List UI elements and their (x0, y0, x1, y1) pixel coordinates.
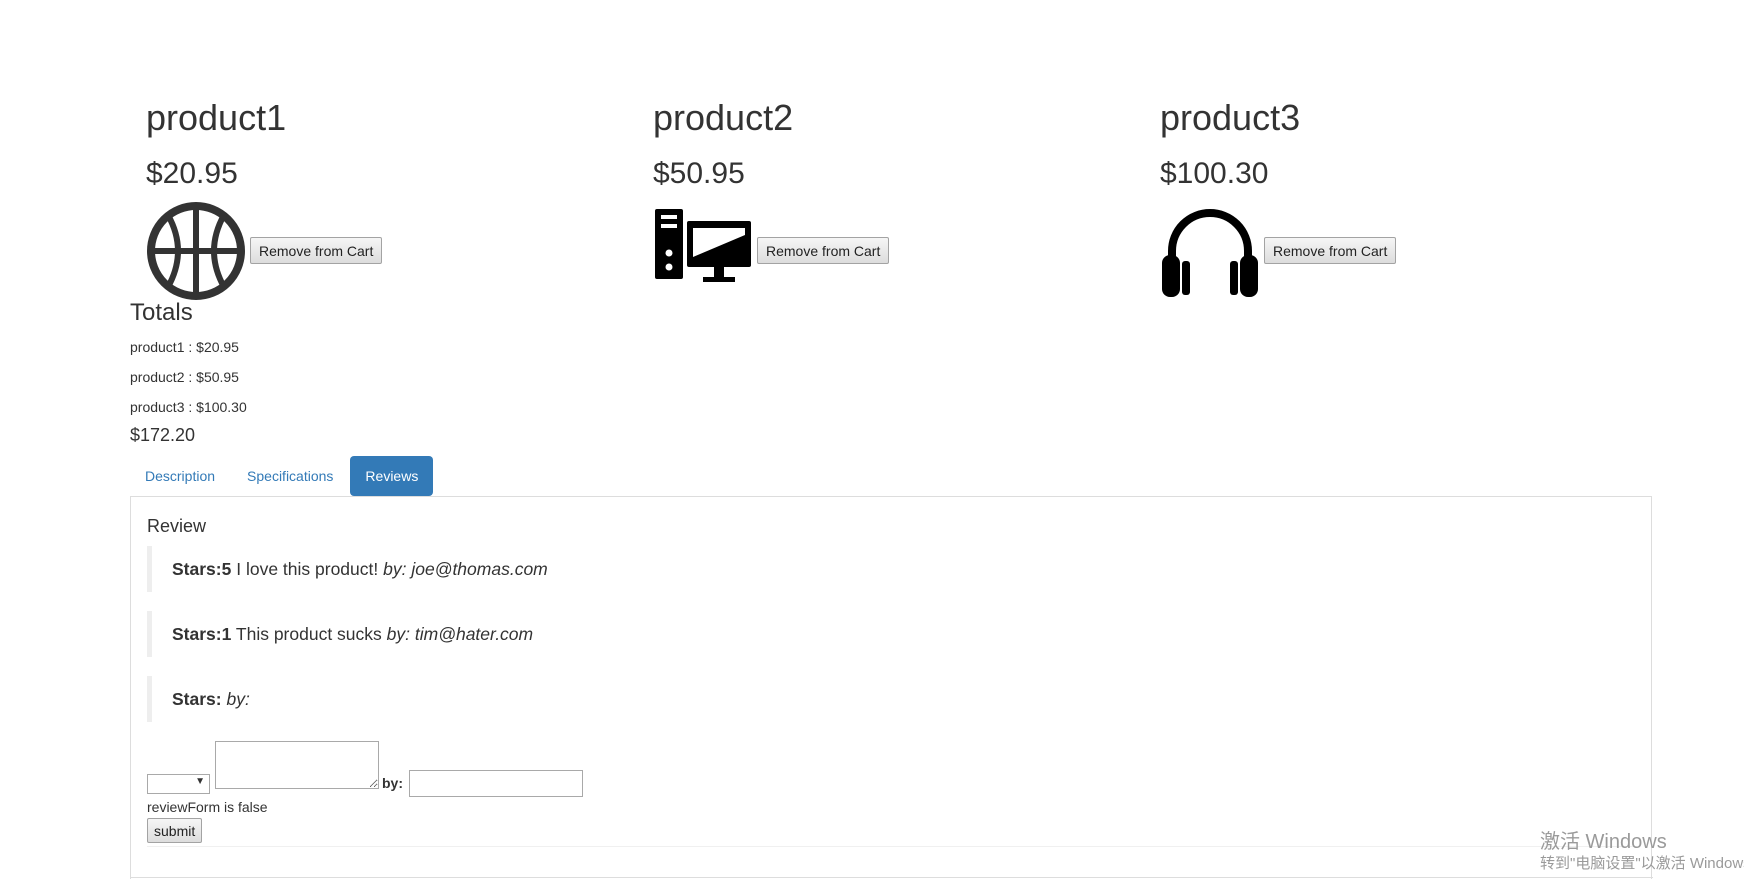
review-stars: Stars: (172, 689, 222, 709)
tab-description[interactable]: Description (130, 456, 230, 496)
totals-sum: $172.20 (130, 425, 196, 445)
totals-line-item: product1 : $20.95 (130, 339, 239, 355)
review-author: by: joe@thomas.com (383, 559, 548, 579)
basketball-icon (147, 202, 245, 300)
form-status-text: reviewForm is false (147, 799, 268, 815)
product-name: product3 (1160, 97, 1301, 138)
stars-select[interactable]: ▼ (147, 774, 210, 794)
dropdown-arrow-icon: ▼ (195, 776, 205, 787)
totals-line-item: product3 : $100.30 (130, 399, 247, 415)
reviews-title: Review (147, 516, 207, 536)
form-divider (147, 846, 1637, 847)
desktop-computer-icon (655, 209, 751, 282)
product-tabs: Description Specifications Reviews (130, 456, 435, 496)
submit-review-button[interactable]: submit (147, 818, 203, 843)
remove-from-cart-button[interactable]: Remove from Cart (250, 237, 383, 264)
product-name: product2 (653, 97, 794, 138)
watermark-subtitle: 转到"电脑设置"以激活 Windows。 (1540, 855, 1744, 872)
review-preview: Stars: by: (147, 676, 250, 722)
review-stars: Stars:1 (172, 624, 232, 644)
remove-from-cart-button[interactable]: Remove from Cart (757, 237, 890, 264)
review-author: by: tim@hater.com (386, 624, 534, 644)
panel-divider (131, 877, 1653, 878)
product-price: $20.95 (146, 157, 238, 190)
product-name: product1 (146, 97, 287, 138)
review-item: Stars:5 I love this product! by: joe@tho… (147, 546, 548, 592)
product-price: $100.30 (1160, 157, 1269, 190)
product-price: $50.95 (653, 157, 745, 190)
reviews-panel: Review Stars:5 I love this product! by: … (130, 496, 1653, 879)
review-item: Stars:1 This product sucks by: tim@hater… (147, 611, 533, 657)
windows-activation-watermark: 激活 Windows 转到"电脑设置"以激活 Windows。 (1540, 830, 1744, 874)
remove-from-cart-button[interactable]: Remove from Cart (1264, 237, 1397, 264)
watermark-title: 激活 Windows (1540, 831, 1667, 853)
review-body: I love this product! (236, 559, 379, 579)
totals-title: Totals (130, 299, 193, 326)
tab-reviews[interactable]: Reviews (350, 456, 434, 496)
author-label: by: (382, 775, 403, 791)
author-email-input[interactable] (409, 770, 583, 797)
tab-specifications[interactable]: Specifications (232, 456, 348, 496)
headphones-icon (1162, 209, 1258, 297)
review-stars: Stars:5 (172, 559, 232, 579)
totals-line-item: product2 : $50.95 (130, 369, 239, 385)
review-body: This product sucks (235, 624, 382, 644)
review-author: by: (226, 689, 250, 709)
review-body-textarea[interactable] (215, 741, 379, 789)
